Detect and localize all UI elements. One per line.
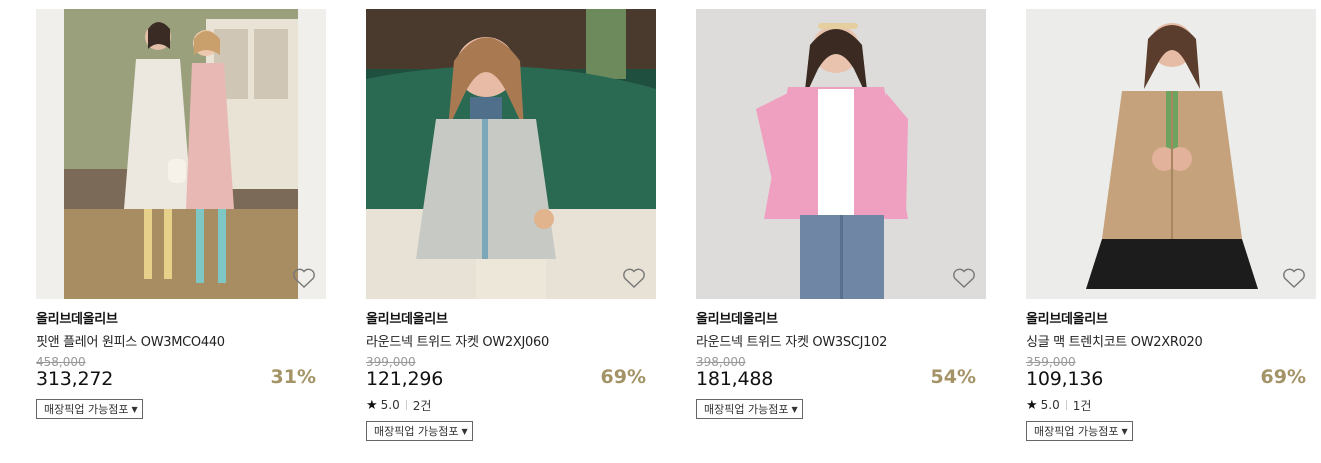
store-pickup-button[interactable]: 매장픽업 가능점포 ▼ (36, 399, 143, 419)
rating-score: 5.0 (380, 398, 400, 412)
heart-outline-icon[interactable] (292, 267, 316, 289)
product-card[interactable]: 올리브데올리브 라운드넥 트위드 자켓 OW2XJ060 399,000 121… (366, 9, 656, 441)
brand-name[interactable]: 올리브데올리브 (36, 308, 326, 327)
review-count[interactable]: 2건 (413, 397, 432, 414)
product-photo (366, 9, 656, 299)
store-pickup-button[interactable]: 매장픽업 가능점포 ▼ (366, 421, 473, 441)
product-name[interactable]: 라운드넥 트위드 자켓 OW3SCJ102 (696, 331, 986, 350)
product-image[interactable] (36, 9, 326, 299)
sale-price: 121,296 (366, 368, 444, 390)
divider (405, 400, 407, 410)
product-image[interactable] (1026, 9, 1316, 299)
sale-price: 181,488 (696, 368, 774, 390)
heart-outline-icon[interactable] (1282, 267, 1306, 289)
product-card[interactable]: 올리브데올리브 라운드넥 트위드 자켓 OW3SCJ102 398,000 18… (696, 9, 986, 419)
caret-down-icon: ▼ (1121, 426, 1128, 436)
store-pickup-button[interactable]: 매장픽업 가능점포 ▼ (696, 399, 803, 419)
product-image[interactable] (696, 9, 986, 299)
product-image[interactable] (366, 9, 656, 299)
product-photo (1026, 9, 1316, 299)
discount-rate: 69% (600, 366, 646, 388)
caret-down-icon: ▼ (791, 404, 798, 414)
product-card[interactable]: 올리브데올리브 싱글 맥 트렌치코트 OW2XR020 359,000 109,… (1026, 9, 1316, 441)
price-row: 398,000 181,488 54% (696, 355, 986, 391)
product-photo (696, 9, 986, 299)
rating-row: ★ 5.0 2건 (366, 397, 656, 413)
store-pickup-button[interactable]: 매장픽업 가능점포 ▼ (1026, 421, 1133, 441)
heart-outline-icon[interactable] (952, 267, 976, 289)
discount-rate: 31% (270, 366, 316, 388)
product-photo (36, 9, 326, 299)
product-name[interactable]: 싱글 맥 트렌치코트 OW2XR020 (1026, 331, 1316, 350)
caret-down-icon: ▼ (131, 404, 138, 414)
price-row: 458,000 313,272 31% (36, 355, 326, 391)
original-price: 398,000 (696, 355, 746, 369)
heart-outline-icon[interactable] (622, 267, 646, 289)
caret-down-icon: ▼ (461, 426, 468, 436)
store-pickup-label: 매장픽업 가능점포 (704, 403, 789, 416)
rating-row: ★ 5.0 1건 (1026, 397, 1316, 413)
brand-name[interactable]: 올리브데올리브 (366, 308, 656, 327)
original-price: 399,000 (366, 355, 416, 369)
star-icon: ★ (366, 397, 378, 413)
product-card[interactable]: 올리브데올리브 핏앤 플레어 원피스 OW3MCO440 458,000 313… (36, 9, 326, 419)
star-icon: ★ (1026, 397, 1038, 413)
original-price: 359,000 (1026, 355, 1076, 369)
price-row: 359,000 109,136 69% (1026, 355, 1316, 391)
store-pickup-label: 매장픽업 가능점포 (44, 403, 129, 416)
discount-rate: 69% (1260, 366, 1306, 388)
price-row: 399,000 121,296 69% (366, 355, 656, 391)
store-pickup-label: 매장픽업 가능점포 (374, 425, 459, 438)
store-pickup-label: 매장픽업 가능점포 (1034, 425, 1119, 438)
discount-rate: 54% (930, 366, 976, 388)
original-price: 458,000 (36, 355, 86, 369)
brand-name[interactable]: 올리브데올리브 (696, 308, 986, 327)
sale-price: 313,272 (36, 368, 114, 390)
sale-price: 109,136 (1026, 368, 1104, 390)
product-name[interactable]: 핏앤 플레어 원피스 OW3MCO440 (36, 331, 326, 350)
rating-score: 5.0 (1040, 398, 1060, 412)
brand-name[interactable]: 올리브데올리브 (1026, 308, 1316, 327)
divider (1065, 400, 1067, 410)
review-count[interactable]: 1건 (1073, 397, 1092, 414)
product-grid: 올리브데올리브 핏앤 플레어 원피스 OW3MCO440 458,000 313… (0, 0, 1321, 463)
product-name[interactable]: 라운드넥 트위드 자켓 OW2XJ060 (366, 331, 656, 350)
